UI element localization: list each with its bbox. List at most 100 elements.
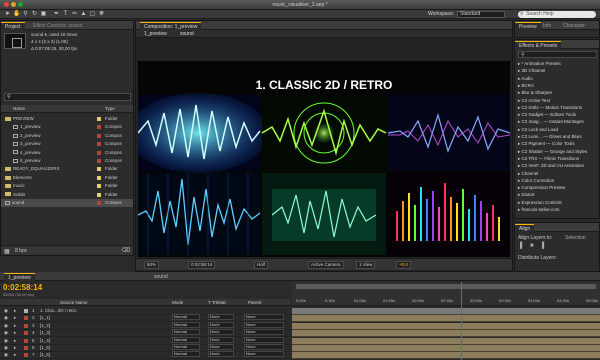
effects-category-item[interactable]: ▸ Channel <box>518 171 538 177</box>
label-color-swatch[interactable] <box>97 125 101 130</box>
tab-timeline-1-preview[interactable]: 1_preview <box>4 273 35 281</box>
list-item[interactable]: PREVIEW Folder <box>1 115 133 123</box>
align-right-icon[interactable]: ▌ <box>542 243 546 249</box>
list-item[interactable]: 3_preview Compos <box>1 140 133 148</box>
layer-trkmat-select[interactable]: None <box>208 351 234 358</box>
bpc-label[interactable]: 8 bpc <box>15 248 27 254</box>
label-color-swatch[interactable] <box>24 316 28 321</box>
effects-category-item[interactable]: ▸ C2 Shatter — Grunge and Styles <box>518 149 587 155</box>
text-icon[interactable]: T <box>62 11 69 18</box>
puppet-icon[interactable]: ❋ <box>98 11 105 18</box>
tab-character[interactable]: Character <box>559 22 589 30</box>
pen-icon[interactable]: ✒ <box>53 11 60 18</box>
layer-parent-select[interactable]: None <box>244 321 284 328</box>
layer-mode-select[interactable]: Normal <box>172 314 200 321</box>
label-color-swatch[interactable] <box>24 346 28 350</box>
layer-duration-bar[interactable] <box>292 315 600 323</box>
zoom-icon[interactable]: ⚲ <box>22 11 29 18</box>
tab-timeline-sound[interactable]: sound <box>150 273 172 281</box>
tab-effect-controls[interactable]: Effect Controls: sound <box>29 22 86 30</box>
col-name[interactable]: Name <box>13 106 25 111</box>
effects-category-item[interactable]: ▸ * Animation Presets <box>518 61 561 67</box>
label-color-swatch[interactable] <box>24 309 28 313</box>
tab-composition[interactable]: Composition: 1_preview <box>140 22 202 30</box>
trash-icon[interactable]: ⌫ <box>122 247 130 254</box>
list-item[interactable]: 1_preview Compos <box>1 123 133 131</box>
layer-duration-bar[interactable] <box>292 352 600 360</box>
layer-duration-bar[interactable] <box>292 330 600 338</box>
work-area-bar[interactable] <box>296 284 596 289</box>
effects-category-item[interactable]: ▸ BCRA <box>518 83 534 89</box>
layer-mode-select[interactable]: Normal <box>172 351 200 358</box>
composition-viewer[interactable]: 1. CLASSIC 2D / RETRO <box>138 61 510 257</box>
tab-preview[interactable]: Preview <box>515 22 541 30</box>
align-to-select[interactable]: Selection <box>565 235 586 241</box>
list-item[interactable]: 2_preview Compos <box>1 132 133 140</box>
col-trkmat[interactable]: T TrkMat <box>208 300 226 305</box>
effects-category-item[interactable]: ▸ C2 Active Text <box>518 98 550 104</box>
project-search-input[interactable]: ⚲ <box>4 93 131 101</box>
list-item[interactable]: READY_EQUALIZERS Folder <box>1 165 133 173</box>
layer-parent-select[interactable]: None <box>244 344 284 350</box>
layer-duration-bar[interactable] <box>292 345 600 352</box>
label-color-swatch[interactable] <box>97 142 101 147</box>
label-color-swatch[interactable] <box>97 117 101 121</box>
brush-icon[interactable]: ✑ <box>71 11 78 18</box>
col-source-name[interactable]: Source Name <box>60 300 88 305</box>
time-ruler[interactable]: 0:00s 0:30s 01:00s 01:30s 02:00s 02:30s 03:00s… <box>292 282 600 306</box>
stamp-icon[interactable]: ▲ <box>80 11 87 18</box>
label-color-swatch[interactable] <box>24 331 28 336</box>
layer-row[interactable]: ◉ ▸ 7 [1_6] Normal None None <box>0 351 290 360</box>
col-parent[interactable]: Parent <box>248 300 261 305</box>
layer-mode-select[interactable]: Normal <box>172 321 200 328</box>
layer-mode-select[interactable]: Normal <box>172 336 200 343</box>
layer-mode-select[interactable]: Normal <box>172 344 200 350</box>
crumb-sound[interactable]: sound <box>180 31 194 37</box>
camera-icon[interactable]: ▣ <box>40 11 47 18</box>
layer-trkmat-select[interactable]: None <box>208 329 234 336</box>
workspace-select[interactable]: Standard <box>457 11 505 18</box>
effects-category-item[interactable]: ▸ C2 Pigment — Color Tools <box>518 141 574 147</box>
label-color-swatch[interactable] <box>97 175 101 180</box>
views-select[interactable]: 1 View <box>356 261 376 269</box>
current-time[interactable]: 0:02:58:14 <box>188 261 216 269</box>
effects-category-item[interactable]: ▸ C2 Imag... — Instant Montages <box>518 119 584 125</box>
effects-search-input[interactable]: ⚲ <box>518 51 597 58</box>
label-color-swatch[interactable] <box>97 159 101 163</box>
layer-mode-select[interactable]: Normal <box>172 329 200 336</box>
arrow-icon[interactable]: ➤ <box>4 11 11 18</box>
align-center-icon[interactable]: ■ <box>530 243 534 249</box>
tab-effects-presets[interactable]: Effects & Presets <box>515 41 562 49</box>
timeline-tracks[interactable]: 0:00s 0:30s 01:00s 01:30s 02:00s 02:30s 03:00s… <box>292 282 600 360</box>
layer-duration-bar[interactable] <box>292 322 600 330</box>
eraser-icon[interactable]: ▢ <box>89 11 96 18</box>
search-help-input[interactable]: ⚲ Search Help <box>518 11 596 18</box>
zoom-select[interactable]: 50% <box>144 261 160 269</box>
align-left-icon[interactable]: ▐ <box>518 243 522 249</box>
tab-project[interactable]: Project <box>1 22 25 30</box>
layer-parent-select[interactable]: None <box>244 314 284 321</box>
layer-parent-select[interactable]: None <box>244 336 284 343</box>
list-item[interactable]: sound Compos <box>1 199 133 207</box>
effects-category-item[interactable]: ▸ Blur & Sharpen <box>518 90 552 96</box>
label-color-swatch[interactable] <box>24 338 28 343</box>
layer-trkmat-select[interactable]: None <box>208 344 234 350</box>
hand-icon[interactable]: ✋ <box>13 11 20 18</box>
effects-category-item[interactable]: ▸ C2 VenF. 2D and VU Animation <box>518 163 584 169</box>
effects-category-item[interactable]: ▸ 3D Channel <box>518 68 545 74</box>
effects-category-item[interactable]: ▸ Color Correction <box>518 178 554 184</box>
layer-source-name[interactable]: [1_6] <box>40 351 50 359</box>
effects-category-item[interactable]: ▸ Compression Preview <box>518 185 565 191</box>
layer-trkmat-select[interactable]: None <box>208 321 234 328</box>
layer-duration-bar[interactable] <box>292 308 600 315</box>
exposure-value[interactable]: +0.0 <box>396 261 411 269</box>
effects-category-item[interactable]: ▸ Distort <box>518 192 535 198</box>
layer-parent-select[interactable]: None <box>244 329 284 336</box>
list-item[interactable]: music Folder <box>1 182 133 190</box>
layer-trkmat-select[interactable]: None <box>208 314 234 321</box>
list-item[interactable]: Elements Folder <box>1 174 133 182</box>
col-mode[interactable]: Mode <box>172 300 183 305</box>
col-type[interactable]: Type <box>105 106 115 111</box>
layer-trkmat-select[interactable]: None <box>208 336 234 343</box>
list-item[interactable]: Solids Folder <box>1 191 133 199</box>
